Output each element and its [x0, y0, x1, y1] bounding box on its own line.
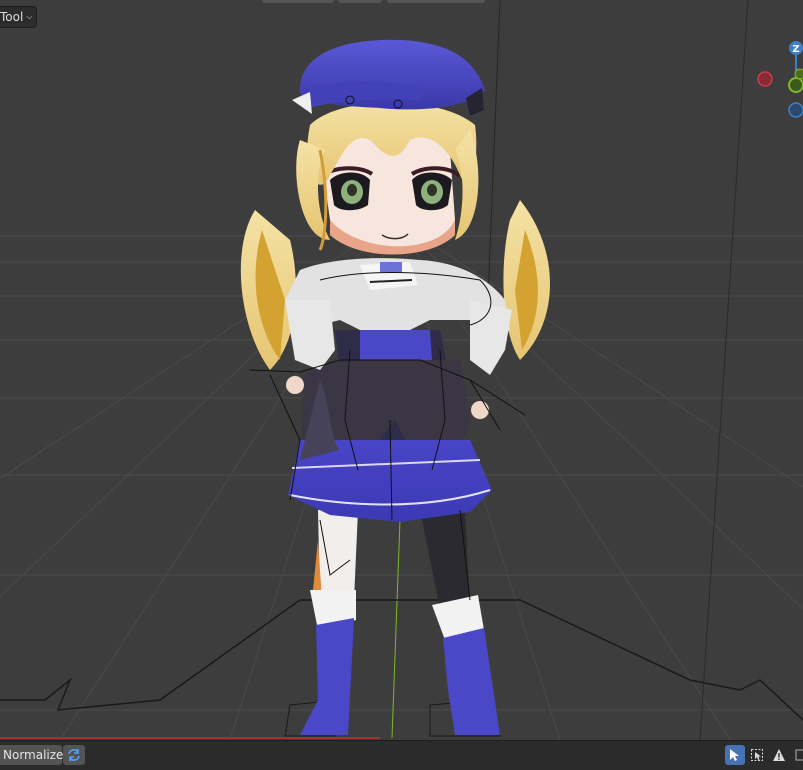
- bottom-toolbar: Normalize: [0, 740, 803, 770]
- gizmo-z-label: Z: [792, 44, 799, 55]
- chevron-down-icon: ⌵: [26, 12, 33, 21]
- gizmo-y-axis-handle: [788, 77, 803, 93]
- warning-button[interactable]: [769, 745, 789, 765]
- select-tool-button[interactable]: [725, 745, 745, 765]
- armature-floor-outline: [0, 599, 803, 721]
- select-tool-icon: [730, 749, 739, 761]
- character-model: [240, 39, 550, 735]
- select-box-icon: [751, 749, 763, 761]
- header-tab-right: [387, 0, 485, 3]
- gizmo-y-negative-handle: [794, 68, 803, 80]
- viewport-scene[interactable]: [0, 0, 803, 740]
- refresh-icon: [68, 749, 80, 761]
- gizmo-z-negative-handle: [788, 102, 803, 118]
- 3d-viewport[interactable]: Tool ⌵ Z: [0, 0, 803, 740]
- header-tab-mid: [338, 0, 382, 3]
- header-tab-left: [262, 0, 334, 3]
- normalize-button[interactable]: Normalize: [0, 745, 63, 765]
- gizmo-x-axis-handle: [757, 71, 773, 87]
- select-box-button[interactable]: [747, 745, 767, 765]
- refresh-button[interactable]: [63, 745, 85, 765]
- navigation-gizmo[interactable]: Z: [755, 38, 803, 124]
- tool-menu[interactable]: Tool ⌵: [0, 6, 38, 28]
- warning-icon: [773, 749, 785, 761]
- box-icon: [795, 749, 803, 761]
- box-button[interactable]: [791, 745, 803, 765]
- tool-menu-label: Tool: [0, 10, 24, 24]
